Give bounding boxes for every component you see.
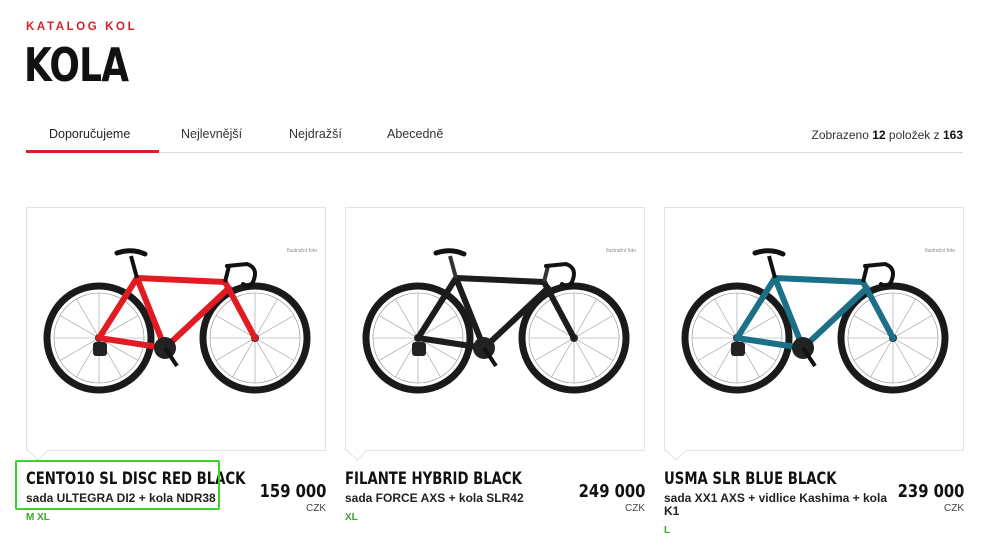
tab-alphabetical[interactable]: Abecedně	[387, 127, 443, 141]
page-kicker: KATALOG KOL	[26, 21, 138, 33]
product-price: 239 000	[897, 481, 964, 502]
tab-recommended[interactable]: Doporučujeme	[49, 127, 130, 141]
results-total: 163	[942, 128, 963, 142]
results-shown: 12	[872, 128, 886, 142]
product-name[interactable]: FILANTE HYBRID BLACK	[345, 469, 522, 489]
results-middle: položek z	[888, 128, 940, 142]
product-spec: sada FORCE AXS + kola SLR42	[345, 491, 524, 505]
product-currency: CZK	[944, 503, 964, 514]
product-price: 159 000	[259, 481, 326, 502]
product-spec: sada ULTEGRA DI2 + kola NDR38	[26, 491, 216, 505]
page-title: KOLA	[24, 38, 129, 92]
results-count: Zobrazeno 12 položek z 163	[812, 128, 964, 142]
bike-image	[43, 248, 311, 394]
product-sizes: M XL	[26, 512, 50, 523]
product-card[interactable]: Ilustrační foto CENTO10 SL DISC RED BLAC…	[26, 207, 326, 527]
product-price: 249 000	[578, 481, 645, 502]
product-image-box[interactable]: Ilustrační foto	[26, 207, 326, 451]
product-currency: CZK	[306, 503, 326, 514]
product-sizes: XL	[345, 512, 358, 523]
product-image-box[interactable]: Ilustrační foto	[345, 207, 645, 451]
product-spec: sada XX1 AXS + vidlice Kashima + kola K1	[664, 491, 888, 518]
product-name[interactable]: USMA SLR BLUE BLACK	[664, 469, 837, 489]
product-card[interactable]: Ilustrační foto USMA SLR BLUE BLACK sada…	[664, 207, 964, 536]
sort-tabs: Doporučujeme Nejlevnější Nejdražší Abece…	[26, 120, 963, 153]
active-tab-underline	[26, 150, 159, 153]
product-image-box[interactable]: Ilustrační foto	[664, 207, 964, 451]
product-card[interactable]: Ilustrační foto FILANTE HYBRID BLACK sad…	[345, 207, 645, 527]
product-name[interactable]: CENTO10 SL DISC RED BLACK	[26, 469, 245, 489]
tab-most-expensive[interactable]: Nejdražší	[289, 127, 342, 141]
bike-image	[362, 248, 630, 394]
bike-image	[681, 248, 949, 394]
product-sizes: L	[664, 525, 671, 536]
tab-cheapest[interactable]: Nejlevnější	[181, 127, 242, 141]
product-currency: CZK	[625, 503, 645, 514]
results-prefix: Zobrazeno	[811, 128, 869, 142]
